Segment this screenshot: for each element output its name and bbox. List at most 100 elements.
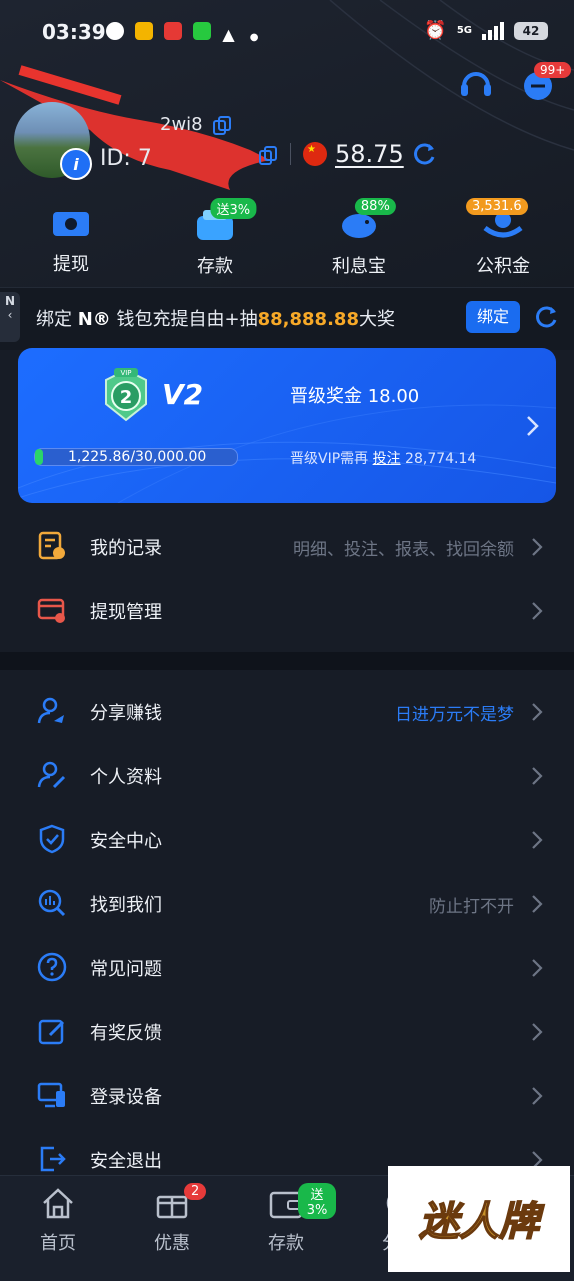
bind-middle: 钱包充提自由+抽 [110, 309, 258, 330]
vip-badge-text: VIP [120, 369, 131, 377]
menu-item-withdraw-manage[interactable]: 提现管理 [0, 578, 574, 642]
prize-amount: 88,888.88 [257, 309, 359, 330]
refresh-icon[interactable] [534, 304, 560, 330]
menu-hint: 日进万元不是梦 [395, 705, 514, 725]
vip-badge-level: 2 [120, 387, 133, 408]
chevron-right-icon [532, 1087, 543, 1105]
chevron-right-icon [527, 416, 539, 436]
quick-action-label: 利息宝 [332, 256, 386, 277]
tab-promotions[interactable]: 优惠 2 [122, 1183, 222, 1255]
menu-label: 我的记录 [90, 538, 162, 559]
warning-icon: ▲ [222, 25, 235, 44]
bind-prefix: 绑定 [36, 309, 78, 330]
edit-profile-icon[interactable]: i [60, 148, 92, 180]
signal-icon [482, 21, 504, 40]
quick-action-label: 存款 [197, 256, 233, 277]
vip-need-prefix: 晋级VIP需再 [290, 451, 373, 467]
quick-action-fund[interactable]: 3,531.6 公积金 [448, 198, 558, 278]
main-menu: 分享赚钱 日进万元不是梦 个人资料 安全中心 找到我们 防止打不开 常见问题 有… [0, 679, 574, 1191]
vip-progress-text: 1,225.86/30,000.00 [68, 449, 207, 465]
copy-icon[interactable] [212, 116, 232, 136]
menu-label: 找到我们 [90, 895, 162, 916]
copy-id-icon[interactable] [258, 146, 278, 166]
side-tab-label: N [4, 294, 16, 308]
menu-label: 安全退出 [90, 1151, 162, 1172]
network-label: 5G [456, 25, 472, 36]
dot-icon: ● [249, 32, 259, 43]
records-menu: 我的记录 明细、投注、报表、找回余额 提现管理 [0, 514, 574, 642]
share-user-icon [37, 697, 64, 724]
battery-indicator: 42 [514, 21, 548, 40]
vip-need-amount: 28,774.14 [400, 451, 477, 467]
shield-check-icon [39, 824, 65, 854]
vip-card[interactable]: 2 VIP V2 晋级奖金 18.00 1,225.86/30,000.00 晋… [18, 348, 556, 503]
quick-action-label: 公积金 [476, 256, 530, 277]
wallet-brand: N® [77, 309, 111, 330]
menu-item-security[interactable]: 安全中心 [0, 807, 574, 871]
menu-item-devices[interactable]: 登录设备 [0, 1063, 574, 1127]
menu-label: 有奖反馈 [90, 1023, 162, 1044]
side-tab[interactable]: N ‹ [0, 292, 20, 342]
quick-action-interest[interactable]: 88% 利息宝 [304, 198, 414, 278]
records-icon [38, 531, 65, 560]
menu-item-faq[interactable]: 常见问题 [0, 935, 574, 999]
status-right: ⏰ 5G 42 [424, 20, 548, 41]
withdraw-icon [53, 212, 89, 236]
divider [290, 143, 291, 165]
menu-label: 常见问题 [90, 959, 162, 980]
menu-item-records[interactable]: 我的记录 明细、投注、报表、找回余额 [0, 514, 574, 578]
vip-requirement: 晋级VIP需再 投注 28,774.14 [290, 448, 476, 468]
username: 2wi8 [160, 114, 203, 135]
chevron-right-icon [532, 895, 543, 913]
mail-icon [135, 22, 154, 40]
menu-item-profile[interactable]: 个人资料 [0, 743, 574, 807]
app-icon [164, 22, 183, 40]
vip-progress-fill [35, 449, 44, 465]
menu-hint: 防止打不开 [429, 897, 514, 917]
quick-action-deposit[interactable]: 送3% 存款 [160, 198, 270, 278]
menu-label: 提现管理 [90, 602, 162, 623]
watermark-logo: 迷人牌 [418, 1198, 545, 1246]
customer-support-icon[interactable] [456, 62, 496, 102]
bind-suffix: 大奖 [358, 309, 395, 330]
refresh-balance-icon[interactable] [412, 141, 438, 167]
logout-icon [40, 1146, 66, 1172]
profile-edit-icon [37, 761, 66, 789]
home-icon [43, 1188, 73, 1219]
tab-label: 首页 [40, 1233, 76, 1254]
vip-upgrade-bonus: 晋级奖金 18.00 [290, 386, 420, 407]
menu-label: 安全中心 [90, 831, 162, 852]
wechat-icon [106, 22, 124, 40]
chevron-right-icon [532, 602, 543, 620]
menu-hint: 明细、投注、报表、找回余额 [293, 540, 514, 560]
interest-rate-badge: 88% [354, 198, 396, 215]
deposit-tab-badge: 送3% [298, 1183, 336, 1219]
quick-action-withdraw[interactable]: 提现 [16, 206, 126, 276]
find-us-icon [38, 889, 66, 917]
withdraw-manage-icon [37, 598, 65, 623]
fund-amount-badge: 3,531.6 [466, 198, 528, 215]
menu-item-share[interactable]: 分享赚钱 日进万元不是梦 [0, 679, 574, 743]
menu-item-find-us[interactable]: 找到我们 防止打不开 [0, 871, 574, 935]
watermark: 迷人牌 [388, 1166, 570, 1272]
tab-label: 优惠 [154, 1233, 190, 1254]
bet-link[interactable]: 投注 [373, 451, 401, 467]
china-flag-icon: ★ [303, 142, 327, 166]
bind-button[interactable]: 绑定 [466, 301, 520, 333]
chevron-left-icon: ‹ [7, 308, 13, 322]
menu-item-feedback[interactable]: 有奖反馈 [0, 999, 574, 1063]
balance-amount[interactable]: 58.75 [335, 140, 404, 168]
tab-deposit[interactable]: 存款 送3% [236, 1183, 336, 1255]
chevron-right-icon [532, 538, 543, 556]
quick-action-label: 提现 [53, 254, 89, 275]
devices-icon [37, 1082, 65, 1108]
notification-icons: ▲ ● [106, 22, 259, 44]
tab-label: 存款 [268, 1233, 304, 1254]
store-icon [193, 22, 212, 40]
chevron-right-icon [532, 831, 543, 849]
user-id: ID: 7 [100, 146, 152, 171]
tab-home[interactable]: 首页 [8, 1185, 108, 1255]
watermark-text: 迷人牌 [419, 1199, 545, 1245]
question-icon [37, 952, 67, 982]
vip-level-badge-icon: 2 VIP [105, 368, 147, 422]
